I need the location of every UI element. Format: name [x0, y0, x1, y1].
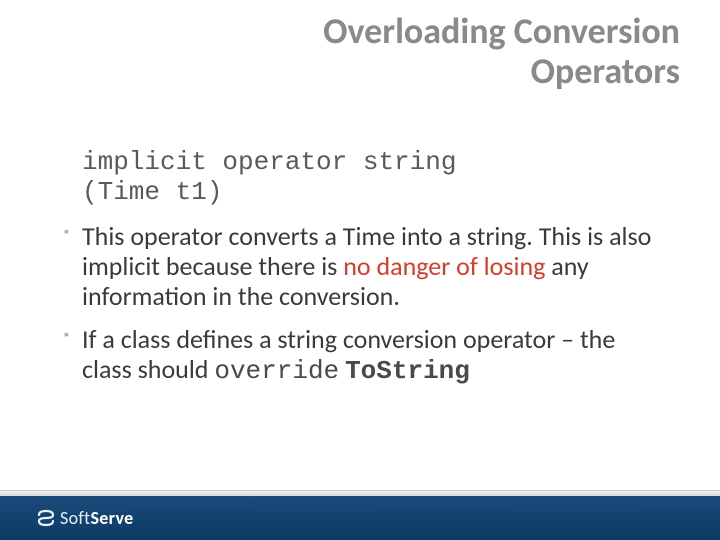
- softserve-icon: [36, 508, 56, 528]
- bullet-1-highlight: no danger of losing: [343, 250, 545, 282]
- code-line-1: implicit operator string: [82, 147, 456, 177]
- footer-bar: SoftServe: [0, 496, 720, 540]
- code-snippet: implicit operator string (Time t1): [82, 148, 660, 208]
- bullet-1: This operator converts a Time into a str…: [64, 222, 660, 312]
- title-line-2: Operators: [531, 49, 680, 93]
- title-line-1: Overloading Conversion: [323, 9, 680, 53]
- brand-logo: SoftServe: [36, 507, 134, 529]
- code-line-2: (Time t1): [82, 177, 222, 207]
- bullet-2: If a class defines a string conversion o…: [64, 325, 660, 387]
- slide-title: Overloading Conversion Operators: [323, 12, 680, 91]
- brand-name-soft: Soft: [60, 507, 91, 529]
- bullet-2-code-tostring: ToString: [345, 356, 470, 386]
- brand-name-serve: Serve: [91, 507, 134, 529]
- brand-name: SoftServe: [60, 507, 134, 529]
- bullet-2-code-override: override: [214, 356, 339, 386]
- slide: Overloading Conversion Operators implici…: [0, 0, 720, 540]
- slide-content: implicit operator string (Time t1) This …: [82, 148, 660, 401]
